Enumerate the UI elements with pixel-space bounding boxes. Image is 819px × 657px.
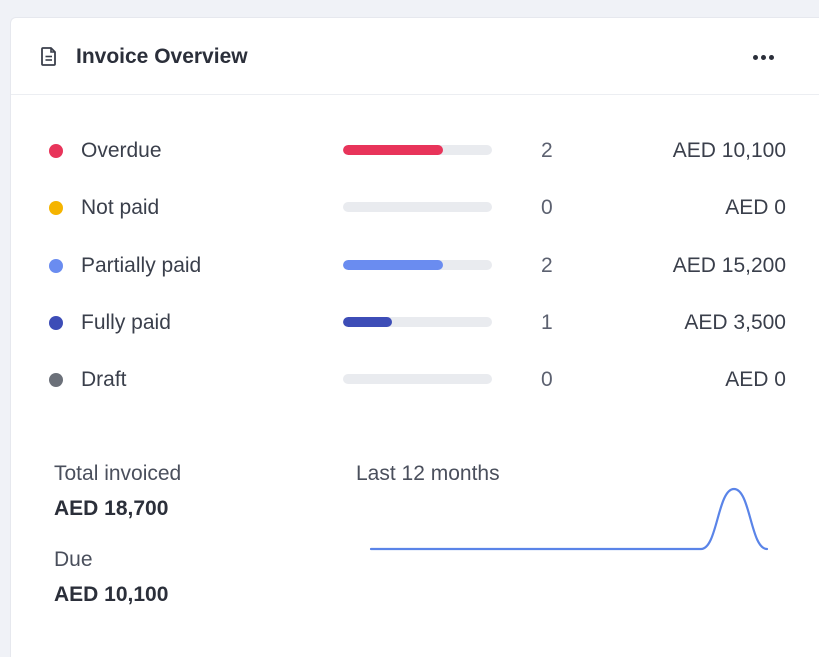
status-progress-bar (343, 260, 492, 270)
status-progress-bar (343, 374, 492, 384)
invoice-overview-card: Invoice Overview Overdue 2 AED 10,100 Not p… (10, 17, 819, 657)
status-progress-fill (343, 260, 443, 270)
status-label: Draft (81, 368, 127, 391)
status-dot (49, 373, 63, 387)
status-row[interactable]: Draft 0 AED 0 (11, 365, 819, 395)
status-count: 2 (541, 139, 553, 162)
status-amount: AED 0 (725, 196, 786, 219)
status-amount: AED 3,500 (684, 311, 786, 334)
status-count: 1 (541, 311, 553, 334)
status-row[interactable]: Overdue 2 AED 10,100 (11, 136, 819, 166)
card-title: Invoice Overview (76, 45, 248, 68)
status-progress-fill (343, 145, 443, 155)
status-progress-bar (343, 145, 492, 155)
status-row[interactable]: Not paid 0 AED 0 (11, 193, 819, 223)
more-dot (768, 54, 774, 60)
status-count: 0 (541, 368, 553, 391)
trend-sparkline (369, 487, 769, 551)
status-amount: AED 0 (725, 368, 786, 391)
trend-line (369, 487, 769, 551)
status-dot (49, 316, 63, 330)
status-label: Overdue (81, 139, 162, 162)
status-count: 0 (541, 196, 553, 219)
due-label: Due (54, 548, 93, 571)
card-header: Invoice Overview (11, 18, 819, 95)
status-dot (49, 144, 63, 158)
status-row[interactable]: Fully paid 1 AED 3,500 (11, 308, 819, 338)
due-value: AED 10,100 (54, 583, 169, 606)
more-options-button[interactable] (747, 45, 779, 69)
total-invoiced-label: Total invoiced (54, 462, 182, 485)
more-horizontal-icon (752, 54, 758, 60)
status-dot (49, 201, 63, 215)
status-label: Fully paid (81, 311, 171, 334)
status-row[interactable]: Partially paid 2 AED 15,200 (11, 251, 819, 281)
status-progress-bar (343, 202, 492, 212)
total-invoiced-value: AED 18,700 (54, 497, 169, 520)
more-dot (760, 54, 766, 60)
status-label: Partially paid (81, 254, 202, 277)
status-progress-bar (343, 317, 492, 327)
status-count: 2 (541, 254, 553, 277)
status-progress-fill (343, 317, 393, 327)
document-icon (41, 47, 56, 66)
status-amount: AED 10,100 (672, 139, 786, 162)
status-label: Not paid (81, 196, 160, 219)
status-amount: AED 15,200 (672, 254, 786, 277)
status-dot (49, 259, 63, 273)
